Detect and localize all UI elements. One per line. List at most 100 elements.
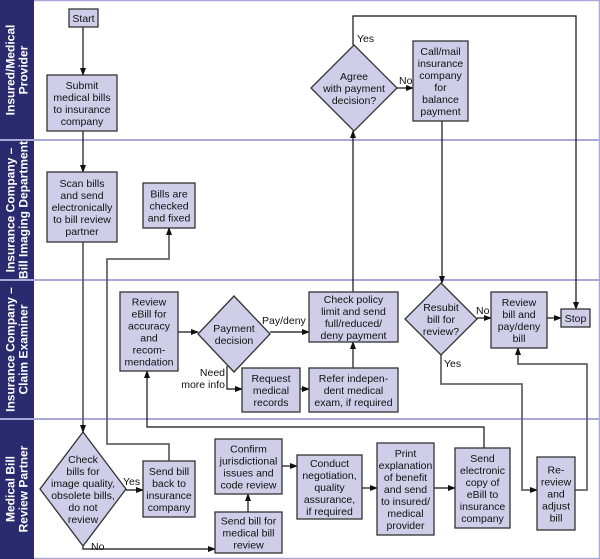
node-label-line: with payment xyxy=(322,83,385,95)
swimlane-flowchart: Insured/MedicalProvider Insurance Company… xyxy=(0,0,600,559)
node-label-line: quality xyxy=(314,482,345,494)
node-label-line: payment xyxy=(420,106,460,118)
node-label-line: balance xyxy=(422,94,459,106)
node-label-line: Review xyxy=(132,297,167,309)
node-label-line: provider xyxy=(387,520,425,532)
edge-label-agree-no: No xyxy=(399,75,413,87)
node-label-line: and xyxy=(140,333,158,345)
node-submit: Submit medical bills to insurance company xyxy=(46,74,118,132)
node-label-line: medical bill xyxy=(223,528,275,540)
node-label-line: Print xyxy=(395,448,417,460)
edge-label-agree-yes: Yes xyxy=(357,33,374,45)
node-label-line: insurance xyxy=(460,501,506,513)
node-label-line: insurance xyxy=(418,58,464,70)
node-check-policy: Check policy limit and send full/reduced/d… xyxy=(308,291,399,343)
node-label-line: eBill for xyxy=(131,309,167,321)
node-label-line: if required xyxy=(306,506,353,518)
node-label: Refer indepen-dent medical exam, if requi… xyxy=(314,373,392,409)
flowchart-canvas: Insured/MedicalProviderInsurance Company… xyxy=(0,0,600,559)
node-label-line: review xyxy=(541,477,572,489)
node-label: Payment decision xyxy=(213,323,255,347)
node-label-line: Check xyxy=(68,454,99,466)
node-label-line: medical xyxy=(253,385,289,397)
node-conduct: Conduct negotiation, quality assurance, if r… xyxy=(296,454,363,520)
node-label-line: jurisdictional xyxy=(219,456,278,468)
node-label-line: copy of xyxy=(466,477,500,489)
node-label-line: Send xyxy=(470,453,495,465)
node-label-line: back to xyxy=(152,478,186,490)
node-label-line: deny payment xyxy=(321,330,387,342)
lane-label-line: Insurance Company – xyxy=(4,287,18,412)
node-confirm: Confirm jurisdictional issues and code revi… xyxy=(214,438,283,495)
node-label-line: recom- xyxy=(133,345,166,357)
node-label-line: obsolete bills, xyxy=(51,490,115,502)
node-label-line: review xyxy=(233,540,264,552)
node-label-line: review? xyxy=(423,326,459,338)
node-send-back: Send bill back to insurance company xyxy=(142,460,196,518)
node-start: Start xyxy=(68,8,99,28)
node-refer-exam: Refer indepen-dent medical exam, if requi… xyxy=(308,367,399,413)
lane-label-line: Insurance Company – xyxy=(4,147,18,272)
lane-label-line: Provider xyxy=(17,45,31,94)
node-send-review: Send bill for medical bill review xyxy=(214,511,283,554)
node-label-line: Review xyxy=(502,297,537,309)
node-label-line: checked xyxy=(149,201,188,213)
node-label-line: Agree xyxy=(340,71,368,83)
swimlane: Insured/MedicalProvider xyxy=(0,0,34,140)
edge-label-check-yes: Yes xyxy=(123,476,140,488)
node-label-line: image quality, xyxy=(51,478,115,490)
node-label-line: to insurance xyxy=(53,104,110,116)
lane-label: Insurance Company –Bill Imaging Departme… xyxy=(4,141,31,279)
lane-label-line: Insured/Medical xyxy=(4,25,18,116)
node-label-line: electronically xyxy=(52,202,113,214)
node-send-electronic: Send electronic copy of eBill to insurance co… xyxy=(454,447,511,529)
node-scan: Scan bills and send electronically to bill … xyxy=(46,171,118,243)
node-label-line: assurance, xyxy=(304,494,355,506)
node-label-line: adjust xyxy=(542,501,570,513)
node-label-line: and xyxy=(547,489,565,501)
node-label-line: decision? xyxy=(332,95,377,107)
node-label-line: bills for xyxy=(66,466,100,478)
node-label-line: decision xyxy=(215,335,254,347)
node-label-line: issues and xyxy=(223,468,273,480)
lane-label-line: Bill Imaging Department xyxy=(17,141,31,279)
node-label-line: full/reduced/ xyxy=(325,318,382,330)
node-label: Start xyxy=(72,13,94,25)
node-label-line: bill for xyxy=(427,314,456,326)
node-label-line: negotiation, xyxy=(302,470,356,482)
node-label-line: dent medical xyxy=(324,385,384,397)
node-label-line: review xyxy=(68,514,99,526)
node-label-line: Conduct xyxy=(310,458,349,470)
node-label-line: for xyxy=(434,82,447,94)
edge-label-resubmit-yes: Yes xyxy=(444,358,461,370)
node-print-eob: Print explanation of benefit and send to ins… xyxy=(376,442,435,536)
node-label-line: Submit xyxy=(66,80,99,92)
node-label-line: bill and xyxy=(502,309,535,321)
node-label-line: Scan bills xyxy=(60,178,105,190)
node-label-line: Request xyxy=(251,373,290,385)
lane-label-line: Claim Examiner xyxy=(17,304,31,394)
node-label-line: code review xyxy=(220,480,276,492)
node-label-line: insurance xyxy=(146,490,192,502)
edge-label-check-no: No xyxy=(91,541,105,553)
node-label-line: company xyxy=(61,116,104,128)
node-label: Resubit bill for review? xyxy=(423,302,459,338)
node-label: Send bill back to insurance company xyxy=(146,466,192,514)
node-label-line: Resubit xyxy=(423,302,459,314)
node-label-line: Payment xyxy=(213,323,255,335)
node-label-line: Call/mail xyxy=(420,46,460,58)
node-label-line: Check policy xyxy=(324,294,384,306)
node-label-line: company xyxy=(148,502,191,514)
node-stop: Stop xyxy=(560,308,591,328)
node-label-line: bill xyxy=(550,513,563,525)
node-label-line: bill xyxy=(513,333,526,345)
node-label-line: exam, if required xyxy=(314,397,392,409)
node-label-line: explanation xyxy=(379,460,433,472)
edge-label-line: more info xyxy=(181,379,225,391)
node-label-line: limit and send xyxy=(321,306,386,318)
node-label-line: records xyxy=(253,397,288,409)
node-label-line: company xyxy=(461,513,504,525)
node-label-line: Confirm xyxy=(230,444,267,456)
node-label-line: Bills are xyxy=(150,189,188,201)
node-label-line: company xyxy=(419,70,462,82)
